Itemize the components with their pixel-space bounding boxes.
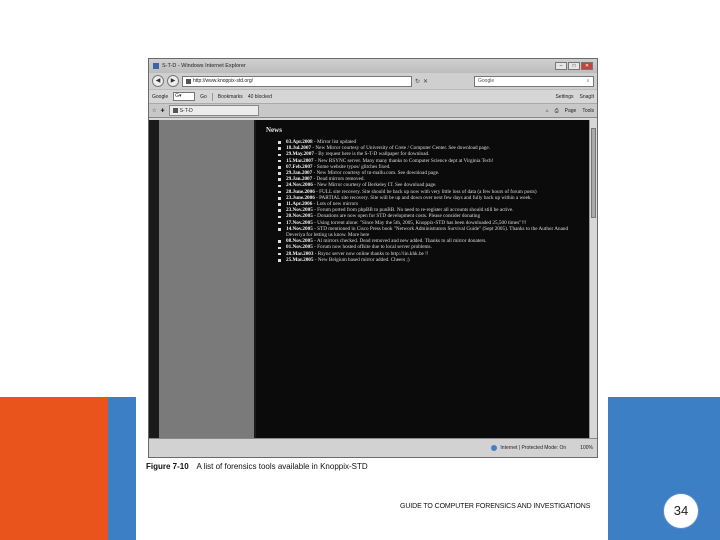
news-date: 28.Mar.2003 xyxy=(286,250,314,257)
news-date: 17.Nov.2005 xyxy=(286,219,313,226)
zoom-level[interactable]: 100% xyxy=(580,445,593,451)
news-date: 25.Mar.2005 xyxy=(286,256,314,263)
address-input[interactable]: http://www.knoppix-std.org/ xyxy=(182,75,412,87)
news-text: - STD mentioned in Cisco Press book "Net… xyxy=(286,225,569,239)
refresh-icon[interactable]: ↻ xyxy=(415,78,420,85)
sidebar-gray-panel xyxy=(159,120,254,438)
forward-button[interactable]: ▶ xyxy=(167,75,179,87)
news-heading: News xyxy=(266,126,282,134)
popup-blocked-button[interactable]: 40 blocked xyxy=(248,94,272,100)
print-icon[interactable]: ⎙ xyxy=(555,108,559,114)
news-date: 20.Nov.2005 xyxy=(286,213,313,220)
ie-icon xyxy=(153,63,159,69)
address-bar-row: ◀ ▶ http://www.knoppix-std.org/ ↻ ✕ Goog… xyxy=(149,73,597,89)
news-text: - By request here is the S-T-D wallpaper… xyxy=(313,151,430,158)
news-text: - PARTIAL site recovery. Site will be up… xyxy=(314,194,532,201)
news-text: - New Mirror courtesy of Berkeley IT. Se… xyxy=(312,182,437,189)
page-icon xyxy=(186,78,191,84)
news-item: 25.Mar.2005 - New Belgium based mirror a… xyxy=(266,257,591,263)
figure-label: Figure 7-10 xyxy=(146,462,189,471)
tab-std[interactable]: S-T-D xyxy=(168,105,259,116)
tab-bar: ☆ ✚ S-T-D ⌂ ⎙ Page Tools xyxy=(149,103,597,118)
close-button[interactable]: ✕ xyxy=(581,62,593,70)
footer-title: GUIDE TO COMPUTER FORENSICS AND INVESTIG… xyxy=(400,503,591,510)
add-favorites-icon[interactable]: ✚ xyxy=(160,108,164,114)
back-button[interactable]: ◀ xyxy=(152,75,164,87)
vertical-scrollbar[interactable] xyxy=(589,120,597,438)
news-text: - Donations are now open for STD develop… xyxy=(312,213,481,220)
news-text: - Forum now hosted offsite due to local … xyxy=(312,244,432,251)
news-date: 07.Feb.2007 xyxy=(286,163,313,170)
google-toolbar: Google G▾ Go Bookmarks 40 blocked Settin… xyxy=(149,89,597,103)
title-bar: S-T-D - Windows Internet Explorer – □ ✕ xyxy=(149,59,597,73)
news-date: 23.June.2006 xyxy=(286,194,315,201)
news-list: 03.Apr.2008 - Mirror list updated 18.Jul.… xyxy=(266,139,591,263)
bookmarks-button[interactable]: Bookmarks xyxy=(218,94,243,100)
news-date: 24.Nov.2006 xyxy=(286,182,313,189)
news-text: - New RSYNC server. Many many thanks to … xyxy=(313,157,494,164)
window-title: S-T-D - Windows Internet Explorer xyxy=(162,63,246,69)
tab-page-icon xyxy=(172,108,178,113)
browser-window: S-T-D - Windows Internet Explorer – □ ✕ … xyxy=(148,58,598,458)
home-icon[interactable]: ⌂ xyxy=(546,108,549,114)
news-date: 28.June.2006 xyxy=(286,188,315,195)
news-date: 14.Nov.2005 xyxy=(286,225,313,232)
google-logo: Google xyxy=(152,93,169,100)
search-input[interactable]: Google ⌕ xyxy=(474,75,594,87)
search-placeholder: Google xyxy=(478,77,495,84)
figure-caption: Figure 7-10 A list of forensics tools av… xyxy=(146,462,368,471)
security-zone: Internet | Protected Mode: On xyxy=(500,445,567,451)
maximize-button[interactable]: □ xyxy=(568,62,580,70)
favorites-star-icon[interactable]: ☆ xyxy=(152,108,156,114)
white-decor-strip xyxy=(136,487,608,540)
tools-menu[interactable]: Tools xyxy=(582,108,594,114)
scrollbar-thumb[interactable] xyxy=(591,128,596,218)
news-text: - New Belgium based mirror added. Cheers… xyxy=(313,256,410,263)
news-area: News 03.Apr.2008 - Mirror list updated 18… xyxy=(256,120,597,438)
news-text: - Using torrent alone: "Since May the 5t… xyxy=(312,219,527,226)
settings-button[interactable]: Settings xyxy=(555,94,573,100)
page-number: 34 xyxy=(663,493,699,529)
news-date: 15.Mar.2007 xyxy=(286,157,314,164)
news-item: 14.Nov.2005 - STD mentioned in Cisco Pre… xyxy=(266,226,591,238)
page-menu[interactable]: Page xyxy=(565,108,577,114)
news-text: - New Mirror courtesy of tn-mallu.com. S… xyxy=(312,170,440,177)
minimize-button[interactable]: – xyxy=(555,62,567,70)
news-text: - Some website typos/ glitches fixed. xyxy=(312,163,391,170)
left-sidebar xyxy=(149,120,256,438)
figure-panel: S-T-D - Windows Internet Explorer – □ ✕ … xyxy=(136,52,608,487)
tab-label: S-T-D xyxy=(179,107,193,114)
page-viewport: News 03.Apr.2008 - Mirror list updated 18… xyxy=(149,120,597,438)
news-date: 01.Nov.2005 xyxy=(286,244,313,251)
figure-caption-text: A list of forensics tools available in K… xyxy=(196,462,368,471)
globe-icon xyxy=(491,445,498,451)
toolbar-divider xyxy=(211,92,213,101)
news-text: - Rsync server now online thanks to http… xyxy=(313,250,429,257)
status-bar: Internet | Protected Mode: On 100% xyxy=(149,438,597,457)
news-date: 29.May.2007 xyxy=(286,151,314,158)
search-icon[interactable]: ⌕ xyxy=(583,77,593,86)
blue-decor-block-left xyxy=(108,397,136,540)
news-text: - FULL site recovery. Site should be bac… xyxy=(314,188,537,195)
news-date: 29.Jan.2007 xyxy=(286,170,313,177)
orange-decor-block xyxy=(0,397,123,540)
snagit-button[interactable]: SnagIt xyxy=(580,94,594,100)
google-search-box[interactable]: G▾ xyxy=(173,92,196,101)
google-go-button[interactable]: Go xyxy=(200,94,207,100)
address-text: http://www.knoppix-std.org/ xyxy=(193,77,254,84)
stop-icon[interactable]: ✕ xyxy=(423,78,428,85)
